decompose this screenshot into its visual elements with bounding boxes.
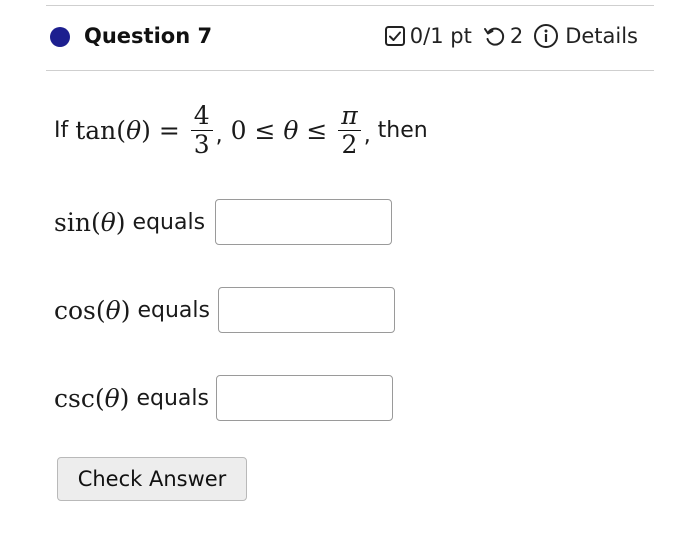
header-divider <box>46 70 654 71</box>
csc-label: equals <box>136 385 209 411</box>
question-header: Question 7 0/1 pt 2 Details <box>46 16 654 60</box>
retry-icon <box>482 24 506 48</box>
top-divider <box>46 5 654 6</box>
cos-fn: cos <box>54 295 96 325</box>
csc-answer-input[interactable] <box>216 375 393 421</box>
question-stem: If tan ( θ ) = 4 3 , 0 ≤ θ ≤ π 2 , then <box>54 95 428 165</box>
cos-label: equals <box>137 297 210 323</box>
stem-eq: = <box>150 115 188 145</box>
sin-row: sin(θ) equals <box>54 207 206 237</box>
stem-lparen: ( <box>116 115 127 145</box>
sin-answer-input[interactable] <box>215 199 392 245</box>
score-text: 0/1 pt <box>409 24 472 48</box>
check-answer-button[interactable]: Check Answer <box>57 457 247 501</box>
fraction-pi-2: π 2 <box>338 100 361 159</box>
stem-then: then <box>370 117 428 143</box>
csc-theta: θ <box>104 383 120 413</box>
cos-theta: θ <box>105 295 121 325</box>
details-label[interactable]: Details <box>565 24 638 48</box>
csc-row: csc(θ) equals <box>54 383 209 413</box>
sin-fn: sin <box>54 207 91 237</box>
frac2-num: π <box>341 100 358 130</box>
status-dot-icon <box>50 27 70 47</box>
checkbox-icon <box>384 25 406 47</box>
csc-fn: csc <box>54 383 95 413</box>
stem-comma2: , <box>363 122 371 148</box>
stem-fn: tan <box>75 115 117 145</box>
stem-if: If <box>54 117 69 143</box>
frac1-num: 4 <box>193 100 210 130</box>
cos-row: cos(θ) equals <box>54 295 210 325</box>
stem-rparen: ) <box>141 115 151 145</box>
frac1-den: 3 <box>193 129 210 159</box>
sin-theta: θ <box>100 207 116 237</box>
stem-ineq-theta: θ <box>283 115 299 145</box>
question-title: Question 7 <box>84 24 213 48</box>
stem-comma1: , <box>215 122 223 148</box>
sin-label: equals <box>132 209 206 235</box>
stem-ineq-start: 0 ≤ <box>222 115 284 145</box>
cos-answer-input[interactable] <box>218 287 395 333</box>
fraction-4-3: 4 3 <box>190 100 213 159</box>
stem-theta: θ <box>126 115 142 145</box>
details-button[interactable]: Details <box>533 23 638 49</box>
frac2-den: 2 <box>341 129 358 159</box>
stem-ineq-end: ≤ <box>298 115 336 145</box>
info-icon <box>534 24 559 48</box>
question-meta: 0/1 pt 2 Details <box>384 23 638 49</box>
attempts-count: 2 <box>509 24 524 48</box>
